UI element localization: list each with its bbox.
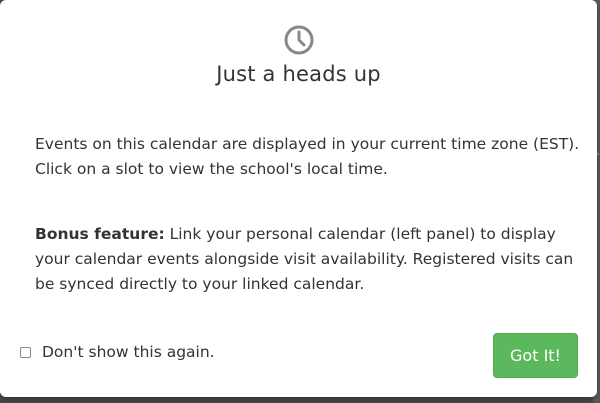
- modal-title: Just a heads up: [216, 62, 381, 86]
- dont-show-again-checkbox[interactable]: [20, 346, 31, 358]
- got-it-button[interactable]: Got It!: [493, 333, 578, 378]
- dont-show-again-option[interactable]: Don't show this again.: [20, 343, 215, 361]
- bonus-feature-label: Bonus feature:: [35, 225, 165, 243]
- heads-up-modal: Just a heads up Events on this calendar …: [0, 0, 597, 397]
- timezone-notice: Events on this calendar are displayed in…: [35, 135, 580, 178]
- bonus-feature-notice: Bonus feature: Link your personal calend…: [35, 222, 580, 297]
- clock-icon: [284, 25, 314, 55]
- dont-show-again-label: Don't show this again.: [42, 343, 215, 361]
